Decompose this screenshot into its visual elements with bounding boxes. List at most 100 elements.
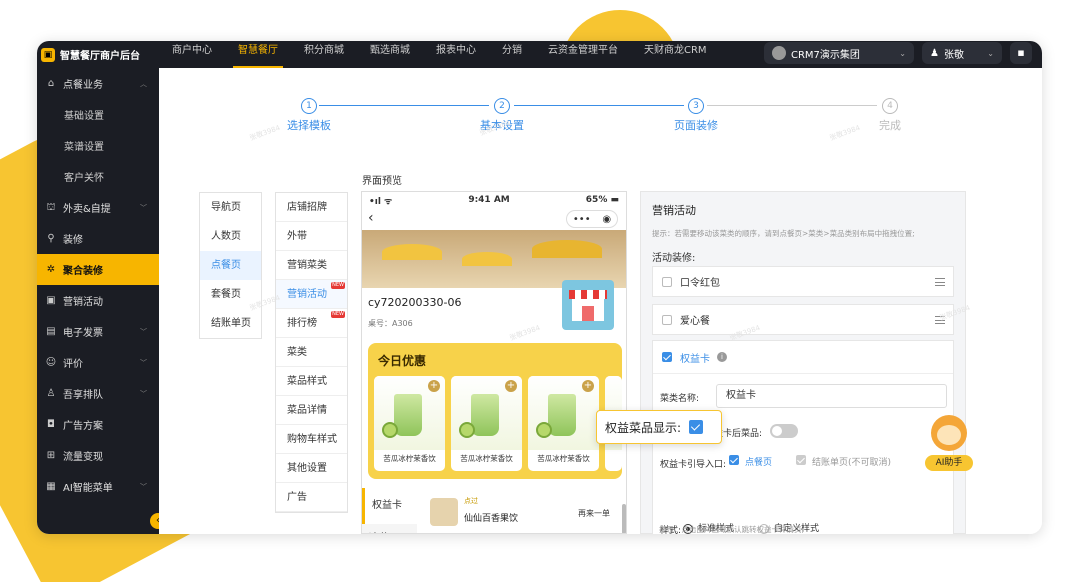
module-item[interactable]: 外带 bbox=[276, 222, 347, 251]
sidebar-item-ads[interactable]: ◘ 广告方案 bbox=[37, 409, 159, 440]
module-item[interactable]: 菜品样式 bbox=[276, 367, 347, 396]
activity-decoration-label: 活动装修: bbox=[652, 253, 696, 264]
sidebar-item-label: 评价 bbox=[63, 359, 83, 370]
page-item[interactable]: 人数页 bbox=[200, 222, 261, 251]
miniprogram-capsule[interactable]: ••• ◉ bbox=[566, 210, 618, 228]
page-item-active[interactable]: 点餐页 bbox=[200, 251, 261, 280]
top-nav-item[interactable]: 云资金管理平台 bbox=[535, 41, 631, 68]
chevron-down-icon: ﹀ bbox=[140, 327, 147, 336]
sidebar-item-decoration[interactable]: ⚲ 装修 bbox=[37, 223, 159, 254]
top-nav-item[interactable]: 天财商龙CRM bbox=[631, 41, 720, 68]
product-card[interactable]: + 苦瓜冰柠茉香饮 bbox=[374, 376, 445, 471]
app-window: ▣ 智慧餐厅商户后台 商户中心 智慧餐厅 积分商城 甄选商城 报表中心 分销 云资… bbox=[37, 41, 1042, 534]
category-tab[interactable]: 凉菜 bbox=[362, 524, 417, 533]
module-item[interactable]: 排行榜 NEW bbox=[276, 309, 347, 338]
drag-handle-icon[interactable] bbox=[935, 277, 945, 286]
preview-label: 界面预览 bbox=[362, 176, 402, 187]
ai-menu-icon: ▦ bbox=[46, 480, 56, 492]
umbrella-shape bbox=[532, 240, 602, 258]
category-tab-active[interactable]: 权益卡 bbox=[362, 488, 417, 524]
info-icon[interactable]: i bbox=[717, 352, 727, 362]
ordered-tag: 点过 bbox=[464, 497, 478, 505]
checkbox-checked[interactable] bbox=[729, 455, 739, 465]
product-card[interactable]: + 苦瓜冰柠茉香饮 bbox=[451, 376, 522, 471]
add-icon[interactable]: + bbox=[428, 380, 440, 392]
module-item[interactable]: 菜品详情 bbox=[276, 396, 347, 425]
page-item[interactable]: 导航页 bbox=[200, 193, 261, 222]
top-nav-item[interactable]: 积分商城 bbox=[291, 41, 357, 68]
reorder-button[interactable]: 再来一单 bbox=[578, 508, 610, 519]
sidebar-subitem-customer-care[interactable]: 客户关怀 bbox=[37, 161, 159, 192]
step-label: 页面装修 bbox=[674, 119, 718, 132]
benefit-dish-display-callout[interactable]: 权益菜品显示: bbox=[596, 410, 722, 444]
checkbox-checked[interactable] bbox=[662, 352, 672, 362]
module-item[interactable]: 其他设置 bbox=[276, 454, 347, 483]
org-name: CRM7演示集团 bbox=[791, 49, 860, 61]
phone-scrollbar[interactable] bbox=[622, 504, 626, 533]
module-item[interactable]: 广告 bbox=[276, 483, 347, 512]
sidebar-subitem-menu-settings[interactable]: 菜谱设置 bbox=[37, 130, 159, 161]
panel-title: 营销活动 bbox=[652, 204, 696, 217]
traffic-icon: ⊞ bbox=[46, 449, 56, 461]
activity-row-charity-meal[interactable]: 爱心餐 bbox=[652, 304, 954, 335]
top-bar: ▣ 智慧餐厅商户后台 商户中心 智慧餐厅 积分商城 甄选商城 报表中心 分销 云资… bbox=[37, 41, 1042, 68]
door-shape bbox=[582, 306, 594, 321]
module-label: 营销菜类 bbox=[287, 260, 327, 271]
callout-label: 权益菜品显示: bbox=[605, 420, 682, 435]
module-item[interactable]: 购物车样式 bbox=[276, 425, 347, 454]
add-icon[interactable]: + bbox=[505, 380, 517, 392]
sidebar-item-campaign[interactable]: ▣ 营销活动 bbox=[37, 285, 159, 316]
checkbox-disabled bbox=[796, 455, 806, 465]
screenshot-stage: ▣ 智慧餐厅商户后台 商户中心 智慧餐厅 积分商城 甄选商城 报表中心 分销 云资… bbox=[0, 0, 1080, 582]
back-arrow-icon[interactable]: ‹ bbox=[368, 210, 374, 226]
sidebar-item-queue[interactable]: ♙ 吾享排队 ﹀ bbox=[37, 378, 159, 409]
top-nav-item[interactable]: 分销 bbox=[489, 41, 535, 68]
ad-icon: ◘ bbox=[47, 418, 55, 430]
ai-mascot-face bbox=[937, 425, 961, 445]
module-label: 排行榜 bbox=[287, 318, 317, 329]
sidebar-item-aggregate-decoration[interactable]: ✲ 聚合装修 bbox=[37, 254, 159, 285]
module-label: 店铺招牌 bbox=[287, 202, 327, 213]
top-nav-item-active[interactable]: 智慧餐厅 bbox=[225, 41, 291, 68]
top-nav-item[interactable]: 报表中心 bbox=[423, 41, 489, 68]
module-item-active[interactable]: 营销活动 NEW bbox=[276, 280, 347, 309]
module-item[interactable]: 店铺招牌 bbox=[276, 193, 347, 222]
sidebar-item-ai-menu[interactable]: ▦ AI智能菜单 ﹀ bbox=[37, 471, 159, 502]
menu-item[interactable]: 点过 仙仙百香果饮 再来一单 bbox=[426, 494, 616, 528]
sidebar-item-label: 流量变现 bbox=[63, 452, 103, 463]
chevron-down-icon: ﹀ bbox=[140, 358, 147, 367]
page-item[interactable]: 结账单页 bbox=[200, 309, 261, 338]
module-item[interactable]: 营销菜类 bbox=[276, 251, 347, 280]
ai-assistant[interactable]: AI助手 bbox=[925, 415, 973, 475]
lime-slice bbox=[459, 422, 475, 438]
sidebar-subitem-basic-settings[interactable]: 基础设置 bbox=[37, 99, 159, 130]
chevron-down-icon: ﹀ bbox=[140, 203, 147, 212]
store-info: cy720200330-06 桌号：A306 bbox=[362, 280, 626, 338]
org-selector[interactable]: CRM7演示集团 ⌄ bbox=[764, 42, 914, 64]
module-item[interactable]: 菜类 bbox=[276, 338, 347, 367]
checkbox[interactable] bbox=[662, 276, 672, 287]
show-only-toggle[interactable] bbox=[770, 424, 798, 438]
top-nav-item[interactable]: 商户中心 bbox=[159, 41, 225, 68]
checkbox[interactable] bbox=[662, 314, 672, 325]
bag-icon: ⛫ bbox=[46, 201, 56, 213]
product-card[interactable]: + 苦瓜冰柠茉香饮 bbox=[528, 376, 599, 471]
add-icon[interactable]: + bbox=[582, 380, 594, 392]
main-content: 1 选择模板 2 基本设置 3 页面装修 4 完成 界面预览 导航页 人数页 点餐页 套… bbox=[159, 68, 1042, 534]
category-name-input[interactable]: 权益卡 bbox=[716, 384, 947, 408]
checkbox-checked[interactable] bbox=[689, 420, 704, 434]
top-nav-item[interactable]: 甄选商城 bbox=[357, 41, 423, 68]
benefit-card-header[interactable]: 权益卡 i bbox=[653, 341, 953, 374]
sidebar-item-invoice[interactable]: ▤ 电子发票 ﹀ bbox=[37, 316, 159, 347]
campaign-icon: ▣ bbox=[46, 294, 56, 306]
activity-row-red-packet[interactable]: 口令红包 bbox=[652, 266, 954, 297]
new-badge: NEW bbox=[331, 282, 345, 289]
user-menu[interactable]: ♟ 张敬 ⌄ bbox=[922, 42, 1002, 64]
sidebar-item-takeout[interactable]: ⛫ 外卖&自提 ﹀ bbox=[37, 192, 159, 223]
sidebar-item-rating[interactable]: ☺ 评价 ﹀ bbox=[37, 347, 159, 378]
sidebar-item-label: 菜谱设置 bbox=[64, 142, 104, 153]
sidebar-item-ordering[interactable]: ⌂ 点餐业务 ︿ bbox=[37, 68, 159, 99]
message-icon[interactable]: ▪ bbox=[1010, 42, 1032, 64]
sidebar-item-traffic[interactable]: ⊞ 流量变现 bbox=[37, 440, 159, 471]
entry-option-order-page[interactable]: 点餐页 bbox=[729, 455, 772, 468]
